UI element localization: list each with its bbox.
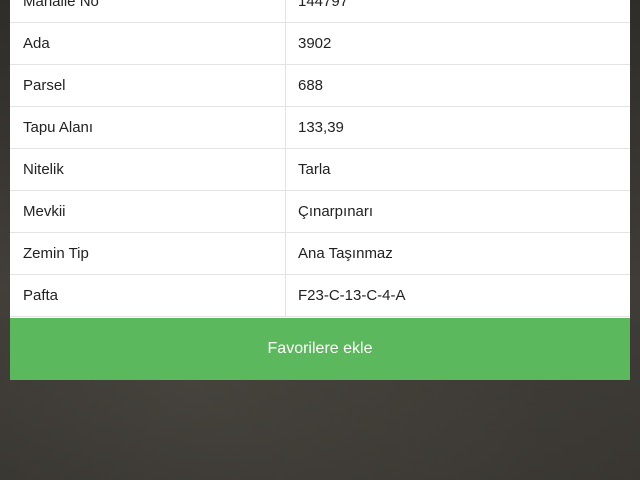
add-to-favorites-button[interactable]: Favorilere ekle	[10, 318, 630, 380]
row-value: 3902	[298, 35, 332, 52]
table-row-parsel: Parsel 688	[10, 65, 630, 107]
row-label: Ada	[10, 23, 286, 64]
table-row-zemin-tip: Zemin Tip Ana Taşınmaz	[10, 233, 630, 275]
table-row-mevkii: Mevkii Çınarpınarı	[10, 191, 630, 233]
row-label: Parsel	[10, 65, 286, 106]
row-value: Çınarpınarı	[298, 203, 374, 220]
table-row-ada: Ada 3902	[10, 23, 630, 65]
table-row-tapu-alani: Tapu Alanı 133,39	[10, 107, 630, 149]
table-row-mahalle-no: Mahalle No 144797	[10, 0, 630, 23]
row-label: Mevkii	[10, 191, 286, 232]
row-value: 688	[298, 77, 324, 94]
row-value: F23-C-13-C-4-A	[298, 287, 406, 304]
table-row-pafta: Pafta F23-C-13-C-4-A	[10, 275, 630, 317]
row-label: Pafta	[10, 275, 286, 316]
row-label: Zemin Tip	[10, 233, 286, 274]
row-value: 144797	[298, 0, 349, 10]
row-value: 133,39	[298, 119, 344, 136]
parcel-details-panel: Mahalle No 144797 Ada 3902 Parsel 688 Ta…	[10, 0, 630, 380]
row-label: Nitelik	[10, 149, 286, 190]
row-value: Ana Taşınmaz	[298, 245, 393, 262]
row-label: Tapu Alanı	[10, 107, 286, 148]
table-row-nitelik: Nitelik Tarla	[10, 149, 630, 191]
row-label: Mahalle No	[10, 0, 286, 22]
parcel-details-table: Mahalle No 144797 Ada 3902 Parsel 688 Ta…	[10, 0, 630, 317]
row-value: Tarla	[298, 161, 331, 178]
